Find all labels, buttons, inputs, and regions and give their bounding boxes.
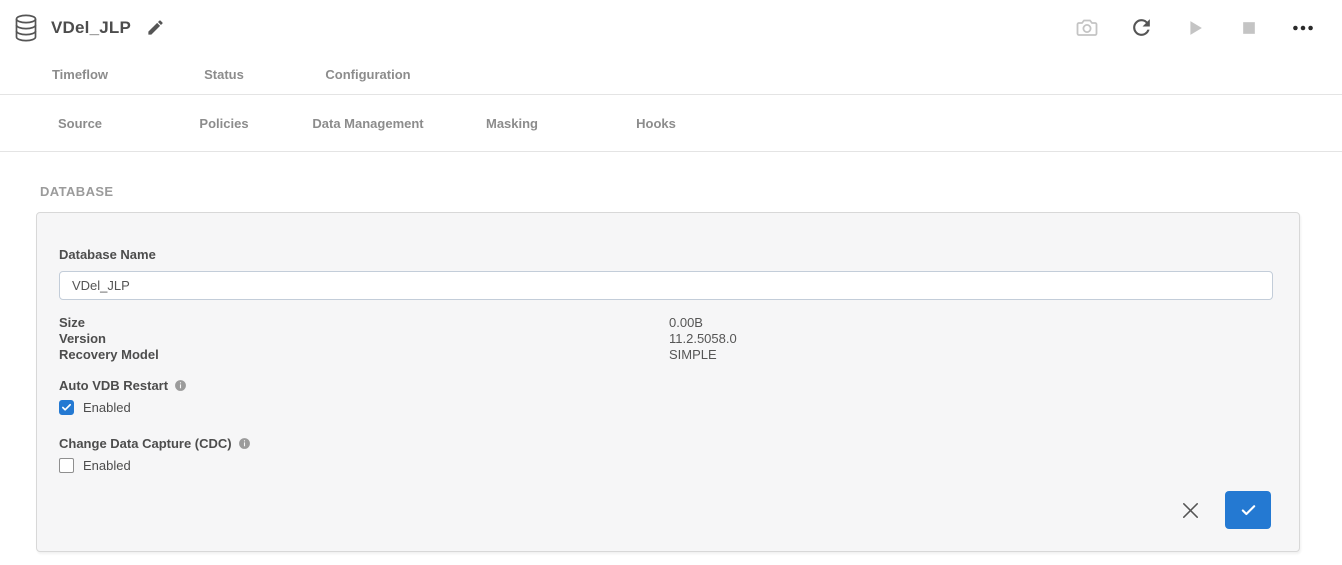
cdc-label: Change Data Capture (CDC) — [59, 436, 232, 451]
tab-configuration[interactable]: Configuration — [296, 67, 440, 82]
stop-button[interactable] — [1236, 15, 1262, 41]
info-icon[interactable] — [238, 437, 251, 450]
info-row-size: Size 0.00B — [59, 315, 1271, 331]
stop-icon — [1239, 18, 1259, 38]
recovery-model-label: Recovery Model — [59, 347, 669, 363]
cdc-checkbox-row[interactable]: Enabled — [59, 458, 1271, 473]
tab-masking[interactable]: Masking — [440, 116, 584, 131]
recovery-model-value: SIMPLE — [669, 347, 717, 363]
check-icon — [61, 402, 72, 413]
auto-vdb-restart-checkbox-label: Enabled — [83, 400, 131, 415]
primary-tab-bar: Timeflow Status Configuration — [0, 55, 1342, 95]
refresh-button[interactable] — [1128, 15, 1154, 41]
toolbar — [1074, 15, 1322, 41]
tab-source[interactable]: Source — [8, 116, 152, 131]
database-icon — [14, 14, 38, 42]
auto-vdb-restart-field: Auto VDB Restart Enabled — [59, 378, 1271, 415]
title-group: VDel_JLP — [14, 14, 165, 42]
tab-data-management[interactable]: Data Management — [296, 116, 440, 131]
database-name-input[interactable] — [59, 271, 1273, 300]
play-icon — [1184, 17, 1206, 39]
form-actions — [59, 491, 1271, 529]
close-icon — [1179, 499, 1202, 522]
cdc-checkbox-label: Enabled — [83, 458, 131, 473]
refresh-icon — [1129, 15, 1154, 40]
cancel-button[interactable] — [1177, 497, 1203, 523]
edit-name-icon[interactable] — [146, 18, 165, 37]
main-content: DATABASE Database Name Size 0.00B Versio… — [0, 152, 1342, 552]
tab-timeflow[interactable]: Timeflow — [8, 67, 152, 82]
auto-vdb-restart-checkbox-row[interactable]: Enabled — [59, 400, 1271, 415]
page-title: VDel_JLP — [51, 18, 131, 38]
version-value: 11.2.5058.0 — [669, 331, 737, 347]
cdc-checkbox[interactable] — [59, 458, 74, 473]
secondary-tab-bar: Source Policies Data Management Masking … — [0, 95, 1342, 152]
confirm-button[interactable] — [1225, 491, 1271, 529]
snapshot-camera-button[interactable] — [1074, 15, 1100, 41]
start-button[interactable] — [1182, 15, 1208, 41]
check-icon — [1240, 502, 1257, 519]
info-icon[interactable] — [174, 379, 187, 392]
top-bar: VDel_JLP — [0, 0, 1342, 55]
tab-hooks[interactable]: Hooks — [584, 116, 728, 131]
database-name-label: Database Name — [59, 247, 1271, 262]
more-options-button[interactable] — [1290, 15, 1316, 41]
section-title: DATABASE — [40, 184, 1306, 199]
tab-policies[interactable]: Policies — [152, 116, 296, 131]
info-row-recovery-model: Recovery Model SIMPLE — [59, 347, 1271, 363]
info-grid: Size 0.00B Version 11.2.5058.0 Recovery … — [59, 315, 1271, 363]
ellipsis-icon — [1290, 15, 1316, 41]
cdc-field: Change Data Capture (CDC) Enabled — [59, 436, 1271, 473]
database-panel: Database Name Size 0.00B Version 11.2.50… — [36, 212, 1300, 552]
auto-vdb-restart-checkbox[interactable] — [59, 400, 74, 415]
size-value: 0.00B — [669, 315, 703, 331]
size-label: Size — [59, 315, 669, 331]
app-window: VDel_JLP — [0, 0, 1342, 565]
info-row-version: Version 11.2.5058.0 — [59, 331, 1271, 347]
tab-status[interactable]: Status — [152, 67, 296, 82]
camera-icon — [1075, 16, 1099, 40]
version-label: Version — [59, 331, 669, 347]
auto-vdb-restart-label: Auto VDB Restart — [59, 378, 168, 393]
